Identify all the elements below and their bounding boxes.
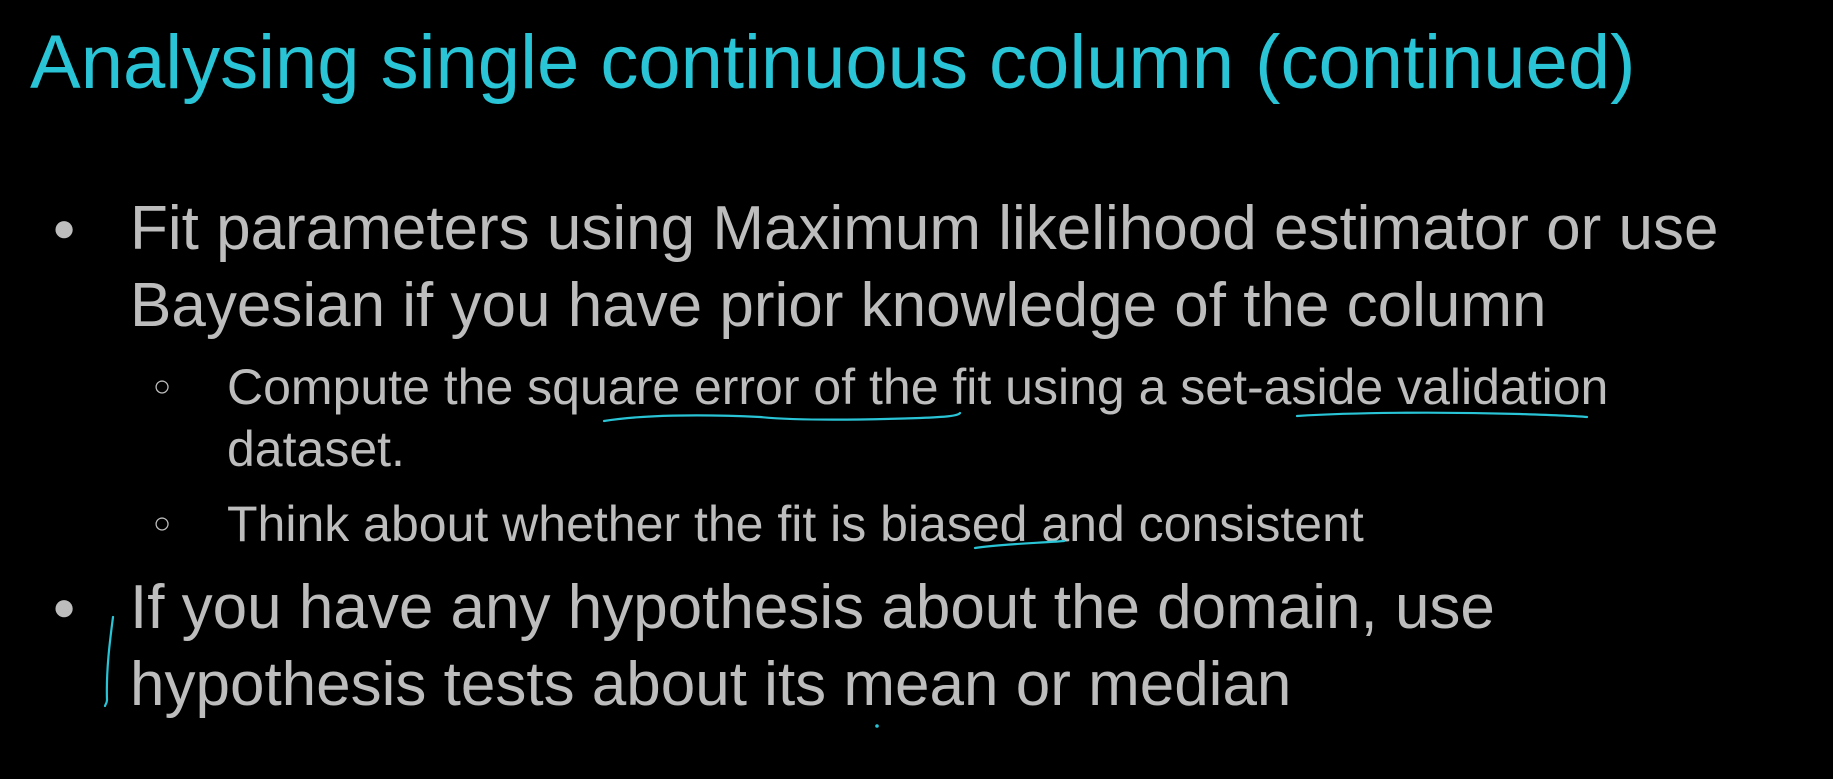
sub-bullet-marker: ○ [153,507,172,540]
bullet-marker: ● [52,585,77,629]
bullet-fit-parameters: ● Fit parameters using Maximum likelihoo… [52,190,1719,344]
bullet-line: Bayesian if you have prior knowledge of … [130,271,1547,340]
slide-title: Analysing single continuous column (cont… [30,20,1636,105]
bracket-mark-stroke [103,615,115,708]
bullet-marker: ● [52,206,77,250]
sub-bullet-line: Compute the square error of the fit usin… [227,359,1609,415]
bullet-hypothesis: ● If you have any hypothesis about the d… [52,569,1495,723]
sub-bullet-line: dataset. [227,421,405,477]
bullet-line: hypothesis tests about its mean or media… [130,650,1292,719]
sub-bullet-square-error: ○ Compute the square error of the fit us… [153,356,1609,480]
ink-dot [875,724,879,728]
bullet-line: If you have any hypothesis about the dom… [130,573,1495,642]
slide: Analysing single continuous column (cont… [0,0,1833,779]
bullet-line: Fit parameters using Maximum likelihood … [130,194,1719,263]
sub-bullet-biased-consistent: ○ Think about whether the fit is biased … [153,493,1364,555]
sub-bullet-line: Think about whether the fit is biased an… [227,496,1364,552]
sub-bullet-marker: ○ [153,370,172,403]
